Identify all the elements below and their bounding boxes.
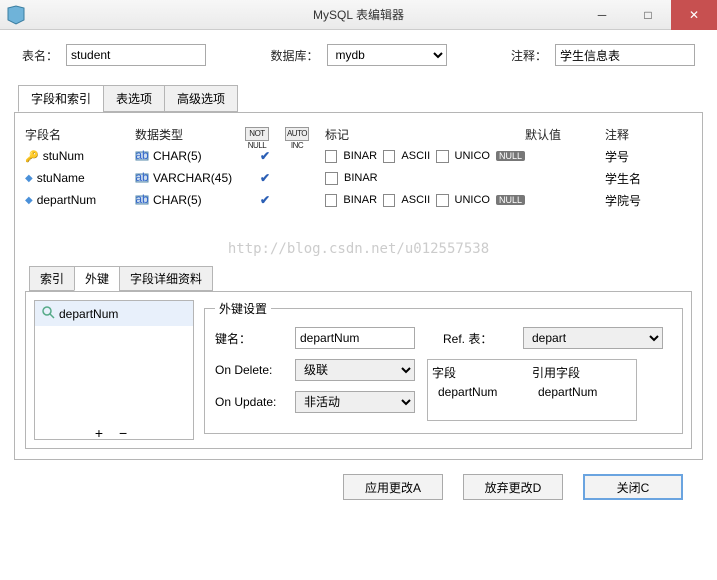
header-comment: 注释 [605, 126, 675, 143]
close-button[interactable]: ✕ [671, 0, 717, 30]
flag-label: BINAR [343, 150, 377, 162]
header-notnull-icon: NOTNULL [245, 127, 269, 141]
svg-text:ab: ab [135, 193, 149, 206]
tab-fields-indexes[interactable]: 字段和索引 [18, 85, 104, 112]
discard-button[interactable]: 放弃更改D [463, 474, 563, 500]
column-name: stuName [37, 171, 85, 185]
keyname-label: 键名： [215, 330, 285, 347]
table-name-input[interactable] [66, 44, 206, 66]
svg-text:ab: ab [135, 171, 149, 184]
comment-label: 注释： [511, 47, 547, 64]
apply-button[interactable]: 应用更改A [343, 474, 443, 500]
column-name: stuNum [43, 149, 84, 163]
flag-checkbox[interactable] [383, 194, 395, 207]
maximize-button[interactable]: □ [625, 0, 671, 30]
column-icon: ◆ [25, 195, 33, 206]
reftable-label: Ref. 表： [443, 330, 513, 347]
flag-label: ASCII [401, 150, 430, 162]
check-icon: ✔ [260, 149, 270, 163]
refbox-col-header: 字段 [432, 364, 532, 381]
fields-panel: 字段名 数据类型 NOTNULL AUTOINC 标记 默认值 注释 🔑 stuN… [14, 112, 703, 460]
flag-label: UNICO [455, 194, 490, 206]
reftable-select[interactable]: depart [523, 327, 663, 349]
fk-legend: 外键设置 [215, 300, 271, 317]
fk-add-remove[interactable]: + − [95, 425, 133, 441]
ref-columns-box: 字段 引用字段 departNum departNum [427, 359, 637, 421]
datatype-icon: ab [135, 149, 149, 163]
ondelete-label: On Delete: [215, 363, 285, 377]
null-badge: NULL [496, 195, 525, 205]
column-comment: 学院号 [605, 192, 675, 209]
column-type: VARCHAR(45) [153, 171, 232, 185]
flag-label: BINAR [343, 194, 377, 206]
refbox-refcol-header: 引用字段 [532, 364, 632, 381]
database-label: 数据库： [271, 47, 319, 64]
window-title: MySQL 表编辑器 [313, 6, 404, 23]
titlebar: MySQL 表编辑器 ─ □ ✕ [0, 0, 717, 30]
comment-input[interactable] [555, 44, 695, 66]
minimize-button[interactable]: ─ [579, 0, 625, 30]
flag-checkbox[interactable] [325, 194, 337, 207]
flag-checkbox[interactable] [436, 150, 448, 163]
table-name-label: 表名： [22, 47, 58, 64]
flag-label: UNICO [455, 150, 490, 162]
onupdate-label: On Update: [215, 395, 285, 409]
column-icon: ◆ [25, 173, 33, 184]
flag-checkbox[interactable] [325, 150, 337, 163]
subtab-details[interactable]: 字段详细资料 [119, 266, 213, 291]
table-row[interactable]: 🔑 stuNum ab CHAR(5) ✔ BINAR ASCII UNICO NULL 学号 [25, 145, 692, 167]
keyname-input[interactable] [295, 327, 415, 349]
refbox-col[interactable]: departNum [432, 385, 532, 399]
flag-checkbox[interactable] [436, 194, 448, 207]
ondelete-select[interactable]: 级联 [295, 359, 415, 381]
check-icon: ✔ [260, 171, 270, 185]
watermark: http://blog.csdn.net/u012557538 [25, 241, 692, 257]
datatype-icon: ab [135, 193, 149, 207]
main-tabs: 字段和索引 表选项 高级选项 [18, 85, 703, 113]
tab-advanced[interactable]: 高级选项 [164, 85, 238, 112]
check-icon: ✔ [260, 193, 270, 207]
header-type: 数据类型 [135, 126, 245, 143]
flag-checkbox[interactable] [383, 150, 395, 163]
close-dialog-button[interactable]: 关闭C [583, 474, 683, 500]
column-comment: 学生名 [605, 170, 675, 187]
header-autoinc-icon: AUTOINC [285, 127, 309, 141]
subtab-index[interactable]: 索引 [29, 266, 75, 291]
tab-table-options[interactable]: 表选项 [103, 85, 165, 112]
fk-list-item[interactable]: departNum [35, 301, 193, 326]
null-badge: NULL [496, 151, 525, 161]
column-type: CHAR(5) [153, 149, 202, 163]
header-name: 字段名 [25, 126, 135, 143]
header-flags: 标记 [325, 126, 525, 143]
sub-tabs: 索引 外键 字段详细资料 [29, 266, 692, 292]
refbox-refcol[interactable]: departNum [532, 385, 632, 399]
table-row[interactable]: ◆ stuName ab VARCHAR(45) ✔ BINAR 学生名 [25, 167, 692, 189]
fk-list[interactable]: departNum + − [34, 300, 194, 440]
flag-label: BINAR [344, 172, 378, 184]
subtab-foreignkey[interactable]: 外键 [74, 266, 120, 291]
column-type: CHAR(5) [153, 193, 202, 207]
search-icon [41, 305, 55, 322]
column-comment: 学号 [605, 148, 675, 165]
flag-label: ASCII [401, 194, 430, 206]
header-default: 默认值 [525, 126, 605, 143]
app-icon [6, 5, 26, 25]
svg-text:ab: ab [135, 149, 149, 162]
column-name: departNum [37, 193, 96, 207]
primary-key-icon: 🔑 [25, 150, 39, 163]
table-row[interactable]: ◆ departNum ab CHAR(5) ✔ BINAR ASCII UNICO NULL 学… [25, 189, 692, 211]
onupdate-select[interactable]: 非活动 [295, 391, 415, 413]
flag-checkbox[interactable] [325, 172, 338, 185]
datatype-icon: ab [135, 171, 149, 185]
database-select[interactable]: mydb [327, 44, 447, 66]
fk-settings-fieldset: 外键设置 键名： Ref. 表： depart On Delete: 级联 [204, 300, 683, 434]
